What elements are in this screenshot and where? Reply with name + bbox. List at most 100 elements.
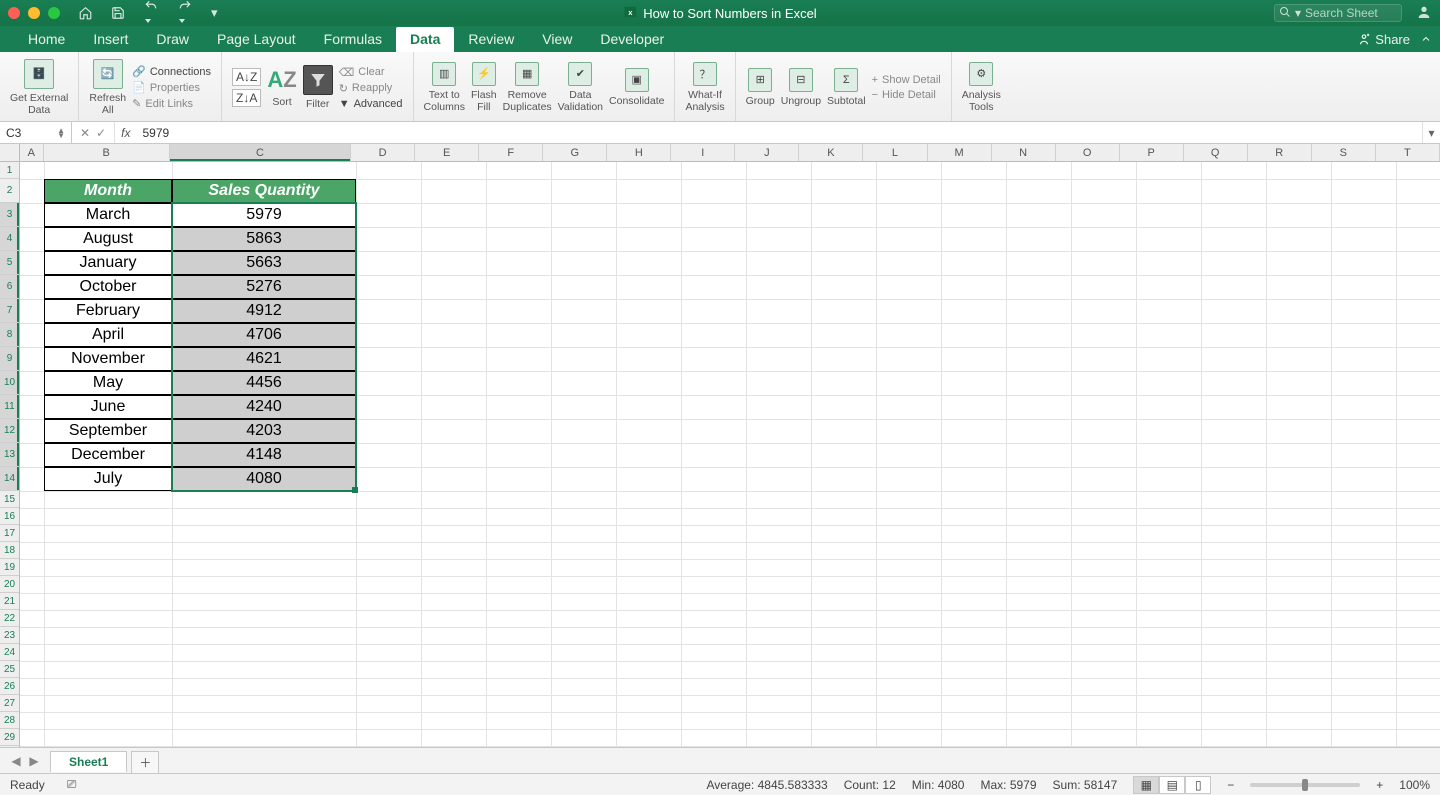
group-button[interactable]: ⊞Group: [746, 68, 775, 108]
cell-C14[interactable]: 4080: [172, 467, 356, 491]
ungroup-button[interactable]: ⊟Ungroup: [781, 68, 821, 108]
account-icon[interactable]: [1416, 4, 1432, 23]
column-header-F[interactable]: F: [479, 144, 543, 161]
menu-tab-draw[interactable]: Draw: [142, 27, 203, 52]
page-break-view-button[interactable]: ▯: [1185, 776, 1211, 794]
page-layout-view-button[interactable]: ▤: [1159, 776, 1185, 794]
row-header-4[interactable]: 4: [0, 227, 19, 251]
row-header-27[interactable]: 27: [0, 695, 19, 712]
row-header-9[interactable]: 9: [0, 347, 19, 371]
row-header-22[interactable]: 22: [0, 610, 19, 627]
row-header-26[interactable]: 26: [0, 678, 19, 695]
row-header-13[interactable]: 13: [0, 443, 19, 467]
advanced-filter-button[interactable]: ▼Advanced: [339, 98, 403, 110]
cancel-formula-icon[interactable]: ✕: [80, 126, 90, 140]
filter-button[interactable]: Filter: [303, 65, 333, 111]
customize-qat-icon[interactable]: ▾: [211, 5, 218, 21]
row-headers[interactable]: 1234567891011121314151617181920212223242…: [0, 162, 20, 747]
sort-asc-button[interactable]: A↓Z: [232, 68, 261, 86]
column-header-B[interactable]: B: [44, 144, 170, 161]
menu-tab-page-layout[interactable]: Page Layout: [203, 27, 310, 52]
column-header-Q[interactable]: Q: [1184, 144, 1248, 161]
row-header-18[interactable]: 18: [0, 542, 19, 559]
column-header-T[interactable]: T: [1376, 144, 1440, 161]
cell-C12[interactable]: 4203: [172, 419, 356, 443]
home-icon[interactable]: [78, 6, 93, 20]
row-header-2[interactable]: 2: [0, 179, 19, 203]
column-header-I[interactable]: I: [671, 144, 735, 161]
fx-label[interactable]: fx: [115, 122, 136, 143]
row-header-14[interactable]: 14: [0, 467, 19, 491]
column-header-P[interactable]: P: [1120, 144, 1184, 161]
minimize-window-button[interactable]: [28, 7, 40, 19]
row-header-11[interactable]: 11: [0, 395, 19, 419]
column-header-A[interactable]: A: [20, 144, 44, 161]
undo-icon[interactable]: [143, 0, 159, 28]
edit-links-button[interactable]: ✎Edit Links: [132, 97, 193, 110]
cell-B6[interactable]: October: [44, 275, 172, 299]
refresh-all-button[interactable]: 🔄Refresh All: [89, 59, 126, 116]
row-header-29[interactable]: 29: [0, 729, 19, 746]
tab-nav-next[interactable]: ▶: [26, 754, 42, 768]
cell-C10[interactable]: 4456: [172, 371, 356, 395]
column-header-D[interactable]: D: [351, 144, 415, 161]
cell-C4[interactable]: 5863: [172, 227, 356, 251]
column-header-N[interactable]: N: [992, 144, 1056, 161]
column-header-M[interactable]: M: [928, 144, 992, 161]
cell-B12[interactable]: September: [44, 419, 172, 443]
cell-C11[interactable]: 4240: [172, 395, 356, 419]
cell-B5[interactable]: January: [44, 251, 172, 275]
column-header-O[interactable]: O: [1056, 144, 1120, 161]
column-header-C[interactable]: C: [170, 144, 351, 161]
cell-C6[interactable]: 5276: [172, 275, 356, 299]
cell-C8[interactable]: 4706: [172, 323, 356, 347]
redo-icon[interactable]: [177, 0, 193, 28]
cell-B13[interactable]: December: [44, 443, 172, 467]
zoom-slider[interactable]: [1250, 783, 1360, 787]
cell-C2[interactable]: Sales Quantity: [172, 179, 356, 203]
row-header-7[interactable]: 7: [0, 299, 19, 323]
row-header-28[interactable]: 28: [0, 712, 19, 729]
collapse-ribbon-icon[interactable]: [1420, 33, 1432, 45]
menu-tab-view[interactable]: View: [528, 27, 586, 52]
column-header-E[interactable]: E: [415, 144, 479, 161]
cell-B11[interactable]: June: [44, 395, 172, 419]
cell-B14[interactable]: July: [44, 467, 172, 491]
menu-tab-data[interactable]: Data: [396, 27, 454, 52]
cell-C7[interactable]: 4912: [172, 299, 356, 323]
row-header-5[interactable]: 5: [0, 251, 19, 275]
cell-C5[interactable]: 5663: [172, 251, 356, 275]
column-headers[interactable]: ABCDEFGHIJKLMNOPQRST: [0, 144, 1440, 162]
column-header-H[interactable]: H: [607, 144, 671, 161]
column-header-K[interactable]: K: [799, 144, 863, 161]
analysis-tools-button[interactable]: ⚙Analysis Tools: [962, 62, 1001, 113]
row-header-16[interactable]: 16: [0, 508, 19, 525]
row-header-15[interactable]: 15: [0, 491, 19, 508]
properties-button[interactable]: 📄Properties: [132, 81, 200, 94]
column-header-G[interactable]: G: [543, 144, 607, 161]
cell-B8[interactable]: April: [44, 323, 172, 347]
data-validation-button[interactable]: ✔Data Validation: [558, 62, 603, 113]
name-box[interactable]: C3 ▲▼: [0, 122, 72, 143]
row-header-12[interactable]: 12: [0, 419, 19, 443]
cell-C13[interactable]: 4148: [172, 443, 356, 467]
accept-formula-icon[interactable]: ✓: [96, 126, 106, 140]
cell-B9[interactable]: November: [44, 347, 172, 371]
row-header-30[interactable]: 30: [0, 746, 19, 747]
hide-detail-button[interactable]: −Hide Detail: [872, 89, 936, 101]
row-header-8[interactable]: 8: [0, 323, 19, 347]
row-header-23[interactable]: 23: [0, 627, 19, 644]
name-box-spinner[interactable]: ▲▼: [57, 128, 65, 138]
add-sheet-button[interactable]: ＋: [131, 751, 159, 773]
column-header-R[interactable]: R: [1248, 144, 1312, 161]
save-icon[interactable]: [111, 6, 125, 20]
subtotal-button[interactable]: ΣSubtotal: [827, 68, 866, 108]
tab-nav-prev[interactable]: ◀: [8, 754, 24, 768]
cell-B7[interactable]: February: [44, 299, 172, 323]
row-header-3[interactable]: 3: [0, 203, 19, 227]
row-header-21[interactable]: 21: [0, 593, 19, 610]
flash-fill-button[interactable]: ⚡Flash Fill: [471, 62, 497, 113]
search-sheet-input[interactable]: [1305, 6, 1395, 20]
row-header-19[interactable]: 19: [0, 559, 19, 576]
menu-tab-insert[interactable]: Insert: [79, 27, 142, 52]
